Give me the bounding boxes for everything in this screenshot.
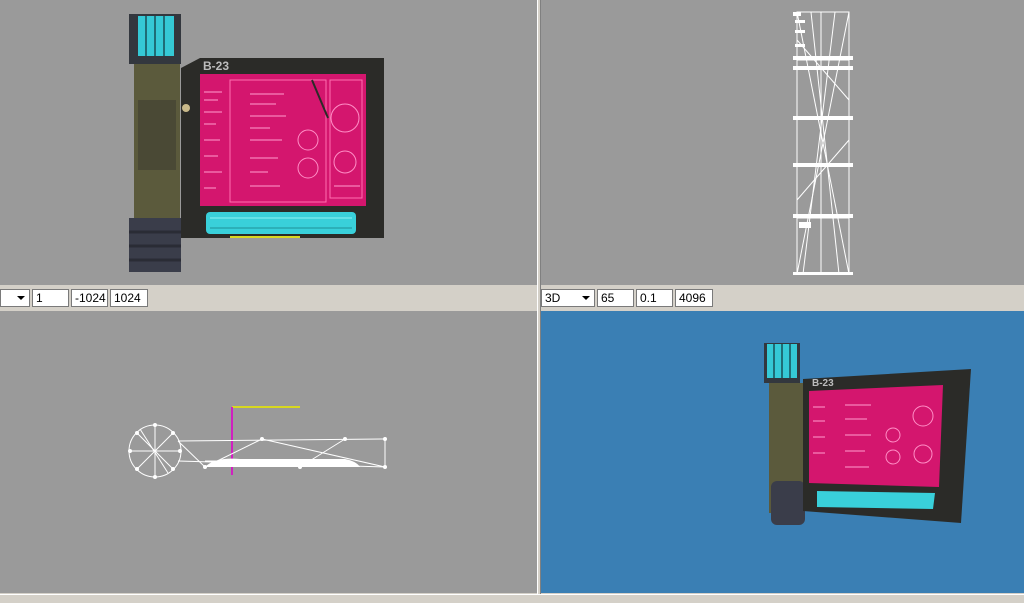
left-field-min[interactable]: -1024 xyxy=(71,289,108,307)
left-field-1[interactable]: 1 xyxy=(32,289,69,307)
perspective-3d-viewport[interactable]: B-23 xyxy=(541,311,1024,593)
side-wireframe xyxy=(793,11,853,275)
right-view-mode-value: 3D xyxy=(545,291,561,305)
left-viewport-controls: 1 -1024 1024 xyxy=(0,287,537,309)
far-clip-field[interactable]: 4096 xyxy=(675,289,713,307)
panel-3d-render: B-23 xyxy=(764,343,971,525)
chevron-down-icon xyxy=(17,296,25,300)
left-view-mode-dropdown[interactable] xyxy=(0,289,30,307)
panel-label: B-23 xyxy=(203,59,229,73)
column-base xyxy=(771,481,805,525)
right-view-mode-dropdown[interactable]: 3D xyxy=(541,289,595,307)
panel-cyan-bar xyxy=(206,212,356,234)
chevron-down-icon xyxy=(582,296,590,300)
fov-field[interactable]: 65 xyxy=(597,289,634,307)
panel-label: B-23 xyxy=(812,378,834,389)
texture-viewport[interactable]: B-23 xyxy=(0,0,537,285)
left-field-max[interactable]: 1024 xyxy=(110,289,148,307)
panel-screen xyxy=(809,385,943,487)
wireframe-side-viewport[interactable] xyxy=(541,0,1024,285)
right-viewport-controls: 3D 65 0.1 4096 xyxy=(541,287,1024,309)
top-wireframe xyxy=(128,406,387,479)
panel-cyan-bar xyxy=(817,491,935,509)
wireframe-top-viewport[interactable] xyxy=(0,311,537,593)
near-clip-field[interactable]: 0.1 xyxy=(636,289,673,307)
panel-texture-render: B-23 xyxy=(129,14,384,272)
